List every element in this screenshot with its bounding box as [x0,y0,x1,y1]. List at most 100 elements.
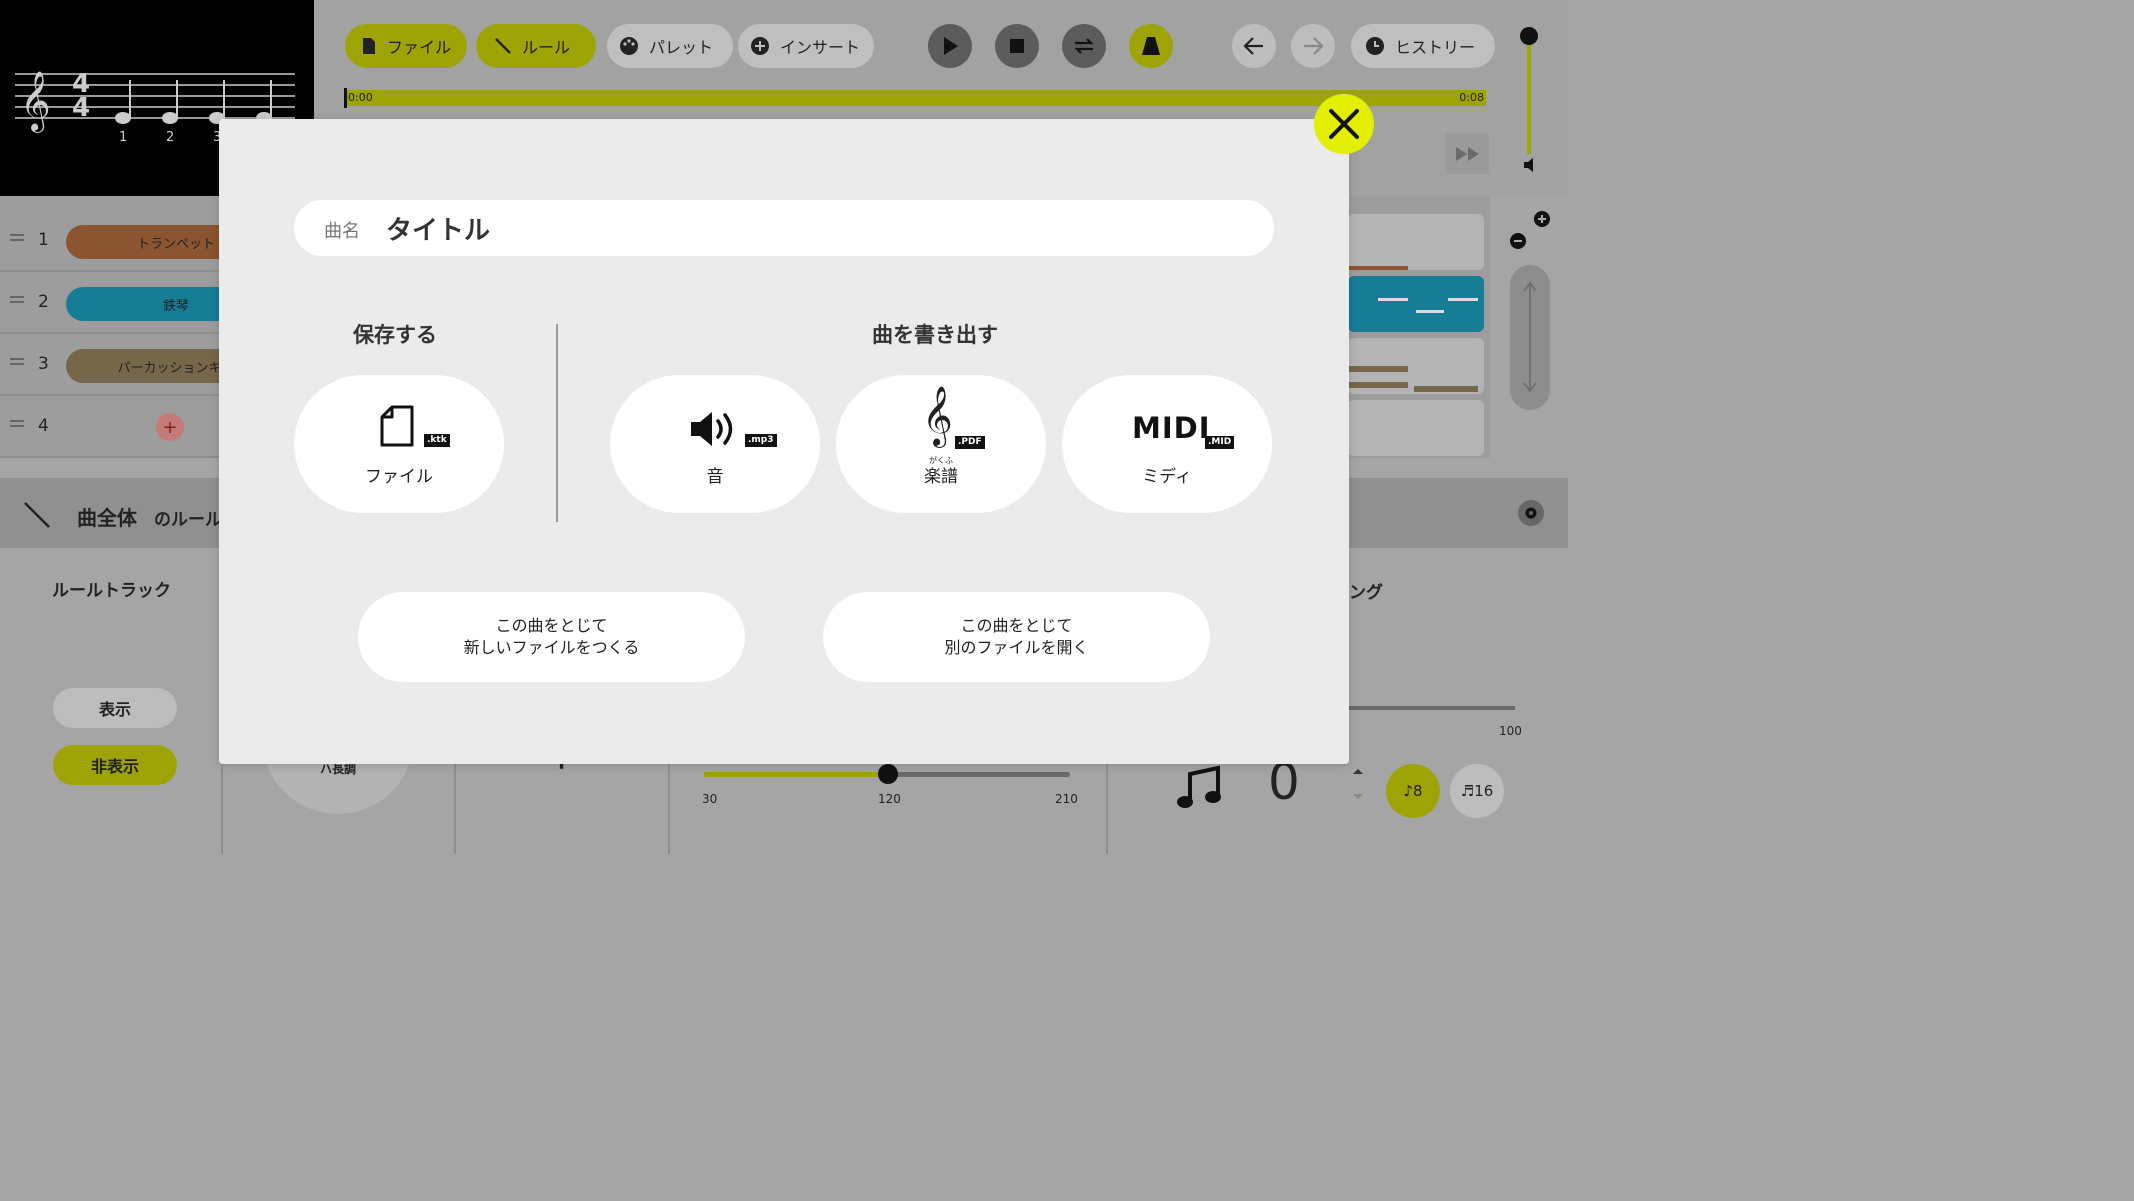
vertical-scroll[interactable] [1510,265,1550,410]
sixteenth-note-button[interactable]: ♬ 16 [1450,764,1504,818]
palette-icon [620,37,638,55]
volume-track[interactable] [1527,36,1531,154]
song-title-input[interactable]: タイトル [386,210,490,247]
timeline-end: 0:08 [1459,91,1484,104]
file-icon [363,38,375,54]
save-file-label: ファイル [365,467,433,487]
count-in-stepper[interactable] [1350,764,1366,804]
track-row[interactable]: 3 パーカッションキッ [0,336,286,396]
fast-forward-button[interactable] [1446,133,1489,174]
treble-clef-preview-icon: 𝄞 [20,71,51,133]
divider [221,764,223,854]
play-icon [944,37,958,55]
time-sig-bottom: 4 [72,93,91,123]
save-heading: 保存する [353,323,437,347]
beat-number: 2 [166,130,175,145]
plus-circle-icon [751,37,769,55]
divider [454,764,456,854]
note-bar [1378,298,1408,301]
ktk-extension-tag: .ktk [424,434,450,447]
rule-button-label: ルール [522,38,571,57]
export-audio-button[interactable]: .mp3 音 [610,375,820,513]
playhead[interactable] [344,88,347,108]
track-lanes [1348,210,1488,456]
play-button[interactable] [928,24,972,68]
show-button[interactable]: 表示 [53,688,177,728]
speaker-small-icon [1524,158,1533,172]
metronome-icon [1142,37,1160,55]
track-number: 4 [38,416,49,436]
rule-scope: 曲全体 [77,506,137,530]
midi-icon: MIDI [1132,411,1211,445]
volume-knob[interactable] [1520,27,1538,45]
loop-icon [1074,38,1094,54]
close-icon [1329,109,1359,139]
time-signature: 4 4 [72,71,91,123]
rule-button[interactable]: ルール [476,24,597,68]
drag-handle-icon[interactable] [10,420,24,422]
count-in-note-icon [1177,765,1221,808]
stop-button[interactable] [995,24,1039,68]
track-number: 1 [38,230,49,250]
eighth-note-icon: ♪ [1403,782,1414,800]
gear-icon [1525,507,1537,519]
sixteenth-note-icon: ♬ [1460,782,1475,800]
updown-arrow-icon [1523,281,1537,393]
rule-track-heading: ルールトラック [52,581,171,601]
note-bar [1348,266,1408,270]
track-row[interactable]: 2 鉄琴 [0,274,286,334]
close-and-open-line1: この曲をとじて [960,616,1073,635]
conductor-baton-icon [24,502,50,528]
track-lane[interactable] [1348,214,1484,270]
note-bar [1448,298,1478,301]
tempo-max: 210 [1055,792,1078,806]
export-score-label: 楽譜 [924,467,958,487]
beat-number: 1 [119,130,128,145]
loop-button[interactable] [1062,24,1106,68]
hide-button[interactable]: 非表示 [53,745,177,785]
export-midi-button[interactable]: MIDI .MID ミディ [1062,375,1272,513]
undo-button[interactable] [1232,24,1276,68]
close-and-new-button[interactable]: この曲をとじて 新しいファイルをつくる [358,592,745,682]
note-bar [1416,310,1444,313]
rule-suffix: のルール [154,510,222,530]
palette-button[interactable]: パレット [607,24,734,68]
metronome-button[interactable] [1129,24,1173,68]
zoom-out-icon [1510,233,1526,249]
settings-button[interactable] [1518,500,1544,526]
divider [668,764,670,854]
song-title-label: 曲名 [324,221,360,242]
track-lane[interactable] [1348,338,1484,394]
song-title-field[interactable]: 曲名 タイトル [294,200,1274,256]
close-button[interactable] [1314,94,1374,154]
note16-label: 16 [1474,782,1494,800]
mp3-extension-tag: .mp3 [745,434,777,447]
export-score-button[interactable]: 𝄞 .PDF がくふ 楽譜 [836,375,1046,513]
history-button[interactable]: ヒストリー [1351,24,1496,68]
redo-button[interactable] [1291,24,1335,68]
tempo-knob[interactable] [878,764,898,784]
swing-slider[interactable] [1349,706,1515,710]
drag-handle-icon[interactable] [10,358,24,360]
eighth-note-button[interactable]: ♪ 8 [1386,764,1440,818]
save-file-button[interactable]: .ktk ファイル [294,375,504,513]
drag-handle-icon[interactable] [10,234,24,236]
track-row[interactable]: 1 トランペット [0,212,286,272]
tempo-slider[interactable] [704,764,1070,784]
track-number: 2 [38,292,49,312]
timeline-start: 0:00 [348,91,373,104]
drag-handle-icon[interactable] [10,296,24,298]
close-and-open-line2: 別のファイルを開く [944,638,1089,657]
mid-extension-tag: .MID [1205,436,1235,449]
pdf-extension-tag: .PDF [955,436,985,449]
close-and-open-button[interactable]: この曲をとじて 別のファイルを開く [823,592,1210,682]
add-track-button[interactable]: + [156,413,184,441]
timeline-bar[interactable]: 0:00 0:08 [344,88,1486,108]
track-lane[interactable] [1348,276,1484,332]
file-outline-icon [380,405,414,447]
swing-heading: ング [1349,583,1383,603]
insert-button[interactable]: インサート [738,24,875,68]
file-button[interactable]: ファイル [345,24,468,68]
track-row[interactable]: 4 + [0,398,220,458]
track-lane[interactable] [1348,400,1484,456]
